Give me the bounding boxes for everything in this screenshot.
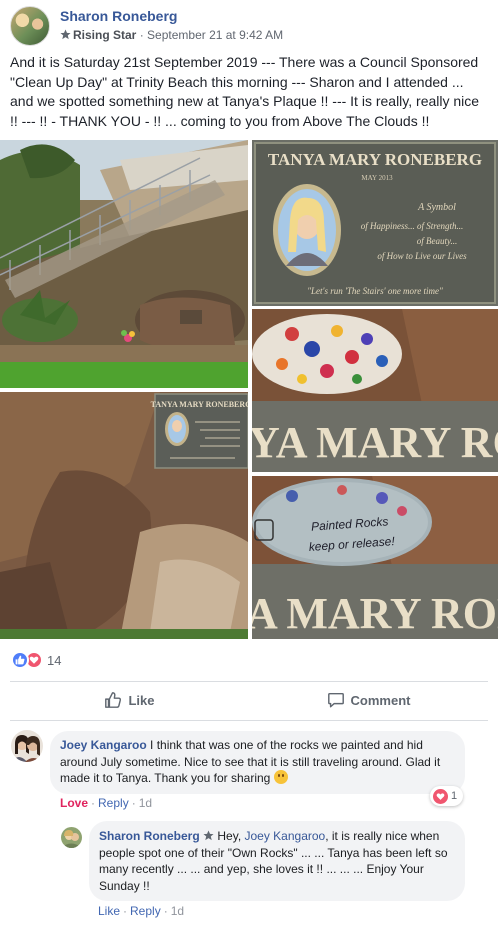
reply-author-sharon[interactable]: Sharon Roneberg [99,829,200,843]
reply-time[interactable]: 1d [171,904,184,918]
small-plaque-name: TANYA MARY RONEBERG [151,400,248,409]
commenter-avatar-sharon[interactable] [61,827,82,848]
rising-star-label[interactable]: Rising Star [73,28,136,42]
photo-memorial-plaque[interactable]: TANYA MARY RONEBERG MAY 2013 A Symbol of… [252,140,498,306]
like-button[interactable]: Like [10,683,249,717]
commenter-avatar-joey[interactable] [11,730,43,762]
thumbs-up-icon [105,692,122,708]
rising-star-icon-small [203,830,214,841]
plaque-footer: "Let's run 'The Stairs' one more time" [307,286,443,296]
comment-actions-sharon: Like · Reply · 1d [98,904,185,918]
meta-separator: · [139,28,144,42]
like-reaction-icon [11,651,29,669]
post-meta: Rising Star · September 21 at 9:42 AM [60,28,283,42]
closeup-plaque-text-2: A MARY RONE [252,589,498,638]
reply-mention-joey[interactable]: Joey Kangaroo [244,829,325,843]
post-timestamp[interactable]: September 21 at 9:42 AM [147,28,283,42]
comment-love-link[interactable]: Love [60,796,88,810]
post-body-text: And it is Saturday 21st September 2019 -… [10,54,480,129]
reply-like-link[interactable]: Like [98,904,120,918]
plaque-date: MAY 2013 [361,174,393,182]
post-actions: Like Comment [10,683,488,717]
reaction-count[interactable]: 14 [47,653,61,668]
comment-reaction-badge[interactable]: 1 [430,786,464,806]
photo-stairs-garden[interactable] [0,140,248,388]
smiling-face-icon [273,770,288,784]
like-button-label: Like [128,692,155,708]
reply-reply-link[interactable]: Reply [130,904,161,918]
comment-bubble-joey: Joey Kangaroo I think that was one of th… [50,731,465,794]
comment-icon [327,692,344,708]
post-header: Sharon Roneberg Rising Star · September … [10,6,490,46]
love-reaction-icon-small [433,788,448,804]
reaction-summary[interactable]: 14 [11,650,61,670]
photo-painted-rock[interactable]: YA MARY RONE [252,309,498,472]
plaque-verse-1: A Symbol [417,202,456,213]
plaque-verse-4: of How to Live our Lives [377,251,467,261]
closeup-plaque-text-1: YA MARY RONE [252,418,498,467]
comment-button[interactable]: Comment [249,683,488,717]
comment-reply-link[interactable]: Reply [98,796,129,810]
comment-button-label: Comment [350,692,411,708]
reply-text-start: Hey, [214,829,245,843]
author-avatar[interactable] [10,6,50,46]
plaque-verse-3: of Beauty... [417,236,458,246]
photo-rock-message[interactable]: A MARY RONE Painted Rocks keep or releas… [252,476,498,639]
photo-rock-with-plaque[interactable]: TANYA MARY RONEBERG [0,392,248,639]
comment-actions-joey: Love · Reply · 1d [60,796,153,810]
divider-bottom [10,720,488,721]
comment-bubble-sharon: Sharon Roneberg Hey, Joey Kangaroo, it i… [89,821,465,901]
comment-author-joey[interactable]: Joey Kangaroo [60,738,147,752]
comment-reaction-count: 1 [451,790,458,802]
divider-top [10,681,488,682]
comment-time[interactable]: 1d [139,796,152,810]
plaque-verse-2: of Happiness... of Strength... [361,221,463,231]
post-author-name[interactable]: Sharon Roneberg [60,8,177,24]
rising-star-icon [60,29,71,40]
plaque-name: TANYA MARY RONEBERG [268,150,482,169]
